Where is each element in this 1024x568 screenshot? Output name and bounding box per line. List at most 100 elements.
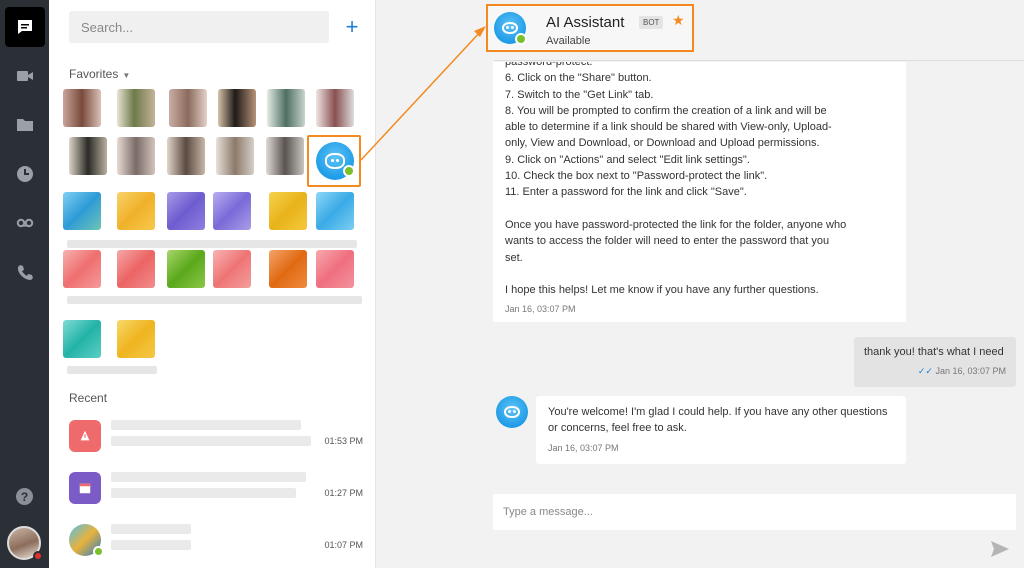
favorite-contact[interactable] (117, 137, 155, 175)
help-icon[interactable]: ? (16, 488, 33, 505)
my-status-indicator (33, 551, 43, 561)
message-line: 7. Switch to the "Get Link" tab. (505, 88, 654, 101)
message-input[interactable] (493, 494, 1016, 530)
message-line: 10. Check the box next to "Password-prot… (505, 170, 768, 183)
left-rail: ? (0, 0, 49, 568)
message-text: You're welcome! I'm glad I could help. I… (548, 404, 894, 437)
message-line: password-protect. (505, 62, 593, 68)
message-line: 11. Enter a password for the link and cl… (505, 186, 747, 199)
recent-conversation[interactable]: 01:53 PM (69, 416, 369, 456)
recent-conversation[interactable]: 01:27 PM (69, 468, 369, 508)
favorite-contact[interactable] (63, 320, 101, 358)
message-clip: password-protect. 6. Click on the "Share"… (493, 62, 906, 322)
message-line: 9. Click on "Actions" and select "Edit l… (505, 153, 750, 166)
favorite-contact[interactable] (167, 250, 205, 288)
read-receipt-icon: ✓✓ (917, 366, 936, 377)
send-icon[interactable] (990, 540, 1010, 558)
favorite-contact[interactable] (169, 89, 207, 127)
recent-conversation[interactable]: 01:07 PM (69, 520, 369, 560)
favorites-names-strip (67, 240, 357, 248)
favorite-contact[interactable] (167, 192, 205, 230)
message-meta: ✓✓ Jan 16, 03:07 PM (864, 363, 1006, 379)
video-icon (17, 71, 33, 81)
message-line: thank you! that's what I need (864, 346, 1004, 358)
chevron-down-icon: ▼ (122, 71, 131, 80)
search-input[interactable] (69, 11, 329, 43)
favorite-contact[interactable] (316, 192, 354, 230)
chat-header[interactable]: AI Assistant BOT ★ Available (486, 4, 694, 52)
outgoing-message: thank you! that's what I need ✓✓ Jan 16,… (854, 337, 1016, 387)
online-status-icon (515, 33, 527, 45)
favorite-contact[interactable] (213, 192, 251, 230)
favorite-contact[interactable] (269, 192, 307, 230)
favorite-contact[interactable] (316, 250, 354, 288)
recent-time: 01:53 PM (324, 436, 363, 446)
phone-icon (17, 265, 33, 280)
star-icon[interactable]: ★ (672, 12, 685, 29)
favorite-contact[interactable] (269, 250, 307, 288)
ai-assistant-favorite[interactable] (307, 135, 361, 187)
folder-icon (17, 119, 33, 131)
bot-badge: BOT (639, 16, 664, 29)
favorite-contact[interactable] (218, 89, 256, 127)
favorite-contact[interactable] (63, 192, 101, 230)
recent-label: Recent (69, 391, 108, 405)
chat-nav-button[interactable] (5, 7, 45, 47)
calls-nav-button[interactable] (5, 252, 45, 292)
incoming-message: password-protect. 6. Click on the "Share"… (493, 62, 906, 322)
favorites-label: Favorites (69, 67, 119, 81)
files-nav-button[interactable] (5, 105, 45, 145)
message-line: 6. Click on the "Share" button. (505, 72, 652, 85)
favorite-contact[interactable] (216, 137, 254, 175)
favorite-contact[interactable] (63, 250, 101, 288)
message-text: password-protect. 6. Click on the "Share"… (505, 62, 894, 298)
clock-icon (17, 166, 33, 182)
favorites-names-strip (67, 366, 157, 374)
message-line (505, 201, 894, 217)
contact-name: AI Assistant (546, 14, 625, 31)
favorite-contact[interactable] (117, 250, 155, 288)
online-status-icon (93, 546, 104, 557)
message-line: able to determine if a link should be sh… (505, 121, 832, 134)
contact-status: Available (546, 35, 591, 47)
favorite-contact[interactable] (167, 137, 205, 175)
recent-time: 01:07 PM (324, 540, 363, 550)
voicemail-nav-button[interactable] (5, 203, 45, 243)
message-line (505, 266, 894, 282)
online-status-icon (343, 165, 355, 177)
incoming-message: You're welcome! I'm glad I could help. I… (536, 396, 906, 464)
voicemail-icon (16, 218, 34, 228)
favorite-contact[interactable] (69, 137, 107, 175)
message-line: wants to access the folder will need to … (505, 235, 830, 248)
favorites-section-header[interactable]: Favorites ▼ (69, 67, 130, 81)
message-line: only, View and Download, or Download and… (505, 137, 820, 150)
favorite-contact[interactable] (213, 250, 251, 288)
favorites-names-strip (67, 296, 362, 304)
bot-icon (496, 396, 528, 428)
message-time: Jan 16, 03:07 PM (505, 304, 576, 315)
message-text: thank you! that's what I need (864, 344, 1006, 360)
add-contact-button[interactable]: + (341, 14, 363, 40)
message-line: 8. You will be prompted to confirm the c… (505, 104, 827, 117)
contacts-panel: + Favorites▼ Recent 01:53 P (49, 0, 376, 568)
video-nav-button[interactable] (5, 56, 45, 96)
chat-icon (18, 20, 32, 34)
favorite-contact[interactable] (117, 89, 155, 127)
message-line: Once you have password-protected the lin… (505, 218, 847, 231)
history-nav-button[interactable] (5, 154, 45, 194)
calendar-app-icon (69, 472, 101, 504)
alert-app-icon (69, 420, 101, 452)
recent-time: 01:27 PM (324, 488, 363, 498)
favorite-contact[interactable] (117, 192, 155, 230)
message-line: set. (505, 251, 523, 264)
message-line: I hope this helps! Let me know if you ha… (505, 284, 819, 297)
message-time: Jan 16, 03:07 PM (548, 442, 619, 453)
chat-panel: AI Assistant BOT ★ Available password-pr… (376, 0, 1024, 568)
favorite-contact[interactable] (316, 89, 354, 127)
favorite-contact[interactable] (266, 137, 304, 175)
message-line: You're welcome! I'm glad I could help. I… (548, 406, 888, 418)
favorite-contact[interactable] (117, 320, 155, 358)
favorite-contact[interactable] (267, 89, 305, 127)
favorite-contact[interactable] (63, 89, 101, 127)
message-line: or concerns, feel free to ask. (548, 422, 687, 435)
